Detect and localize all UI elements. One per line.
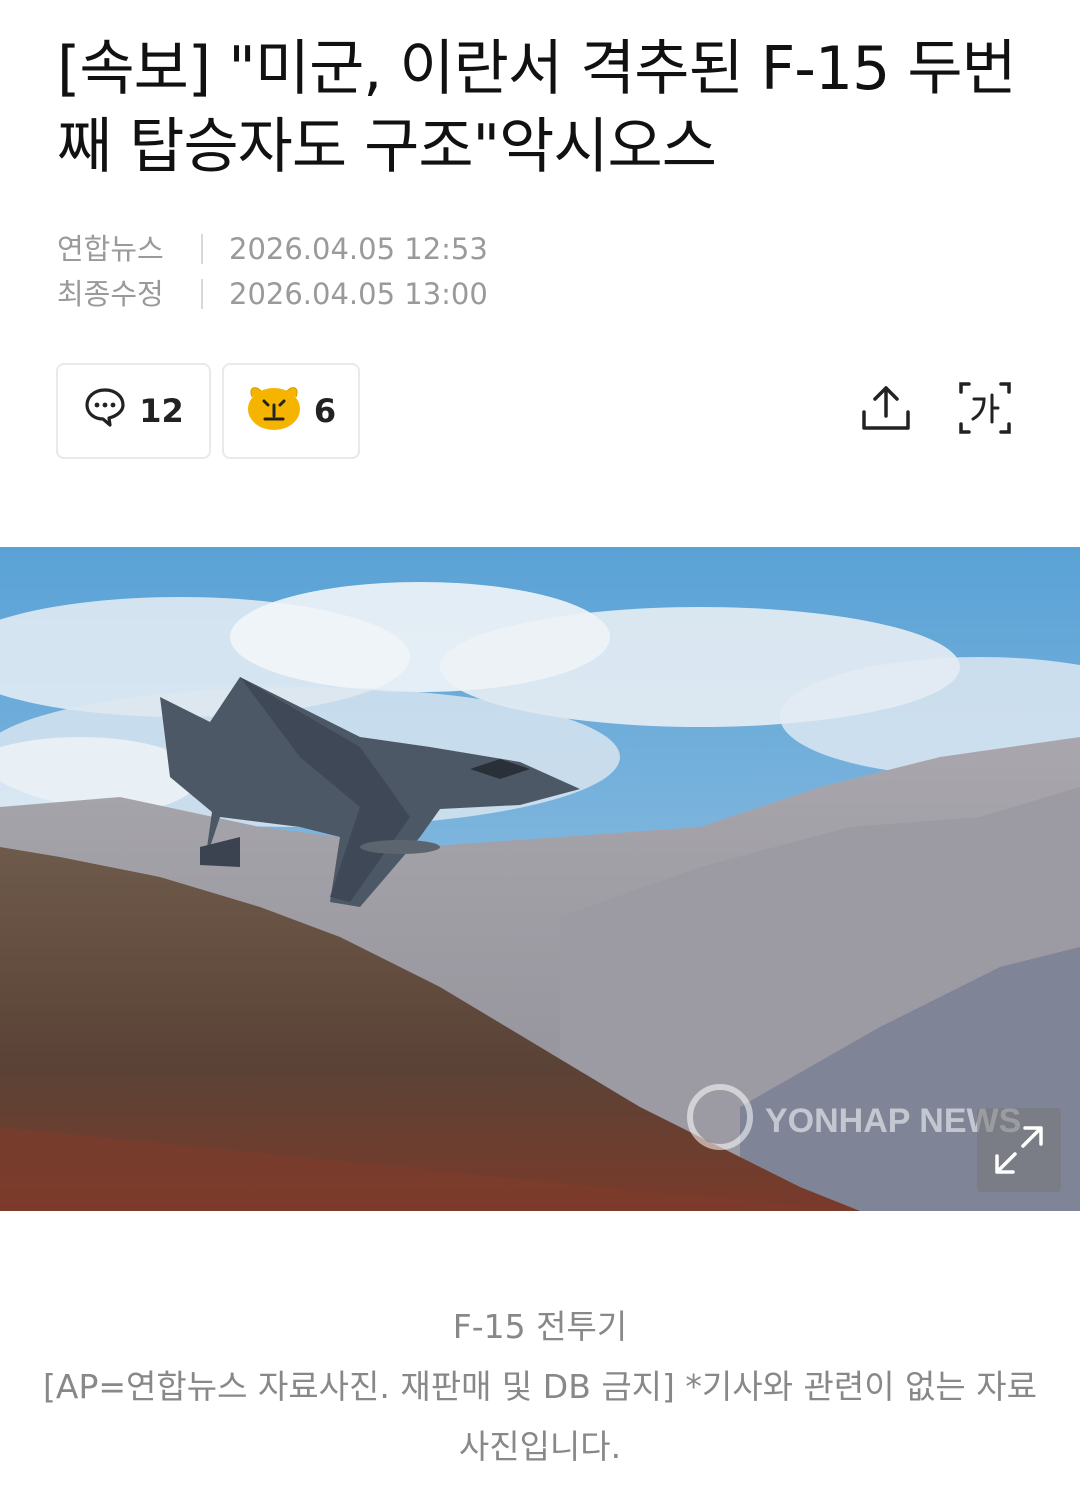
article-photo[interactable]: YONHAP NEWS — [0, 547, 1080, 1211]
caption-title: F-15 전투기 — [452, 1307, 628, 1346]
divider — [201, 234, 203, 264]
font-size-button[interactable] — [955, 378, 1015, 438]
comment-button[interactable]: 12 — [56, 363, 211, 459]
modified-info: 최종수정 2026.04.05 13:00 — [57, 271, 488, 313]
reaction-count: 6 — [313, 392, 337, 430]
modified-date: 2026.04.05 13:00 — [229, 277, 488, 311]
expand-button[interactable] — [977, 1108, 1061, 1192]
font-size-icon — [959, 382, 1011, 434]
surprised-face-emoji-icon — [246, 383, 302, 439]
share-button[interactable] — [856, 378, 916, 438]
caption-body: [AP=연합뉴스 자료사진. 재판매 및 DB 금지] *기사와 관련이 없는 … — [43, 1367, 1037, 1466]
chat-bubble-icon — [83, 385, 127, 437]
photo-caption: F-15 전투기 [AP=연합뉴스 자료사진. 재판매 및 DB 금지] *기사… — [40, 1297, 1040, 1477]
published-date: 2026.04.05 12:53 — [229, 232, 488, 266]
source-label: 연합뉴스 — [57, 232, 164, 266]
reaction-button[interactable]: 6 — [222, 363, 360, 459]
modified-label: 최종수정 — [57, 277, 164, 311]
share-icon — [862, 386, 910, 430]
expand-icon — [995, 1126, 1043, 1174]
publish-info: 연합뉴스 2026.04.05 12:53 — [57, 226, 488, 268]
article-headline: [속보] "미군, 이란서 격추된 F-15 두번째 탑승자도 구조"악시오스 — [57, 34, 1017, 182]
divider — [201, 279, 203, 309]
comment-count: 12 — [139, 392, 184, 430]
